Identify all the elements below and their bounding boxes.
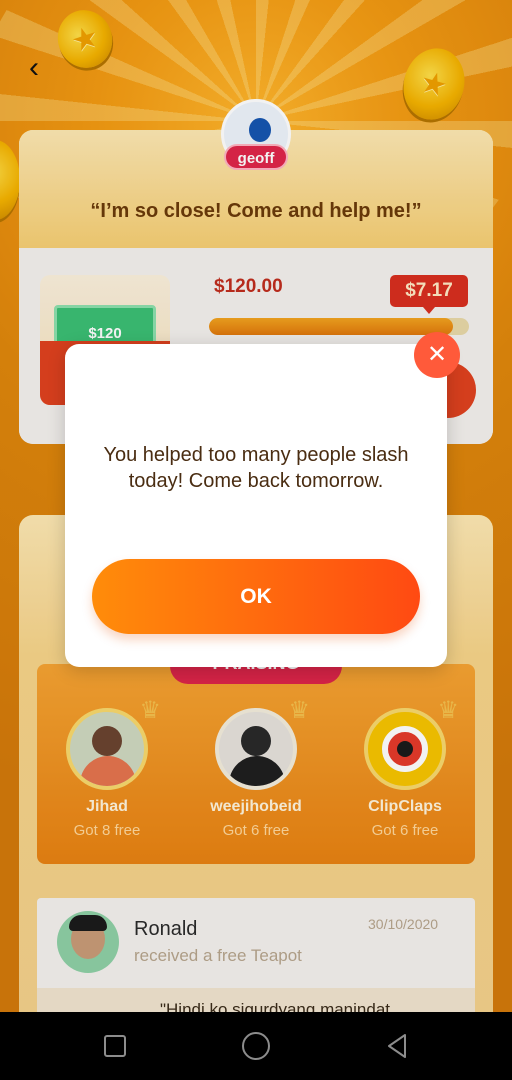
triangle-back-icon [388, 1034, 406, 1058]
recent-apps-button[interactable] [104, 1035, 126, 1057]
back-nav-button[interactable] [384, 1032, 412, 1060]
limit-dialog: You helped too many people slash today! … [65, 344, 447, 667]
close-icon: ✕ [426, 341, 448, 368]
dialog-message: You helped too many people slash today! … [103, 444, 409, 492]
close-button[interactable]: ✕ [414, 332, 460, 378]
home-button[interactable] [242, 1032, 270, 1060]
system-navigation-bar [0, 1012, 512, 1080]
ok-button[interactable]: OK [92, 559, 420, 634]
